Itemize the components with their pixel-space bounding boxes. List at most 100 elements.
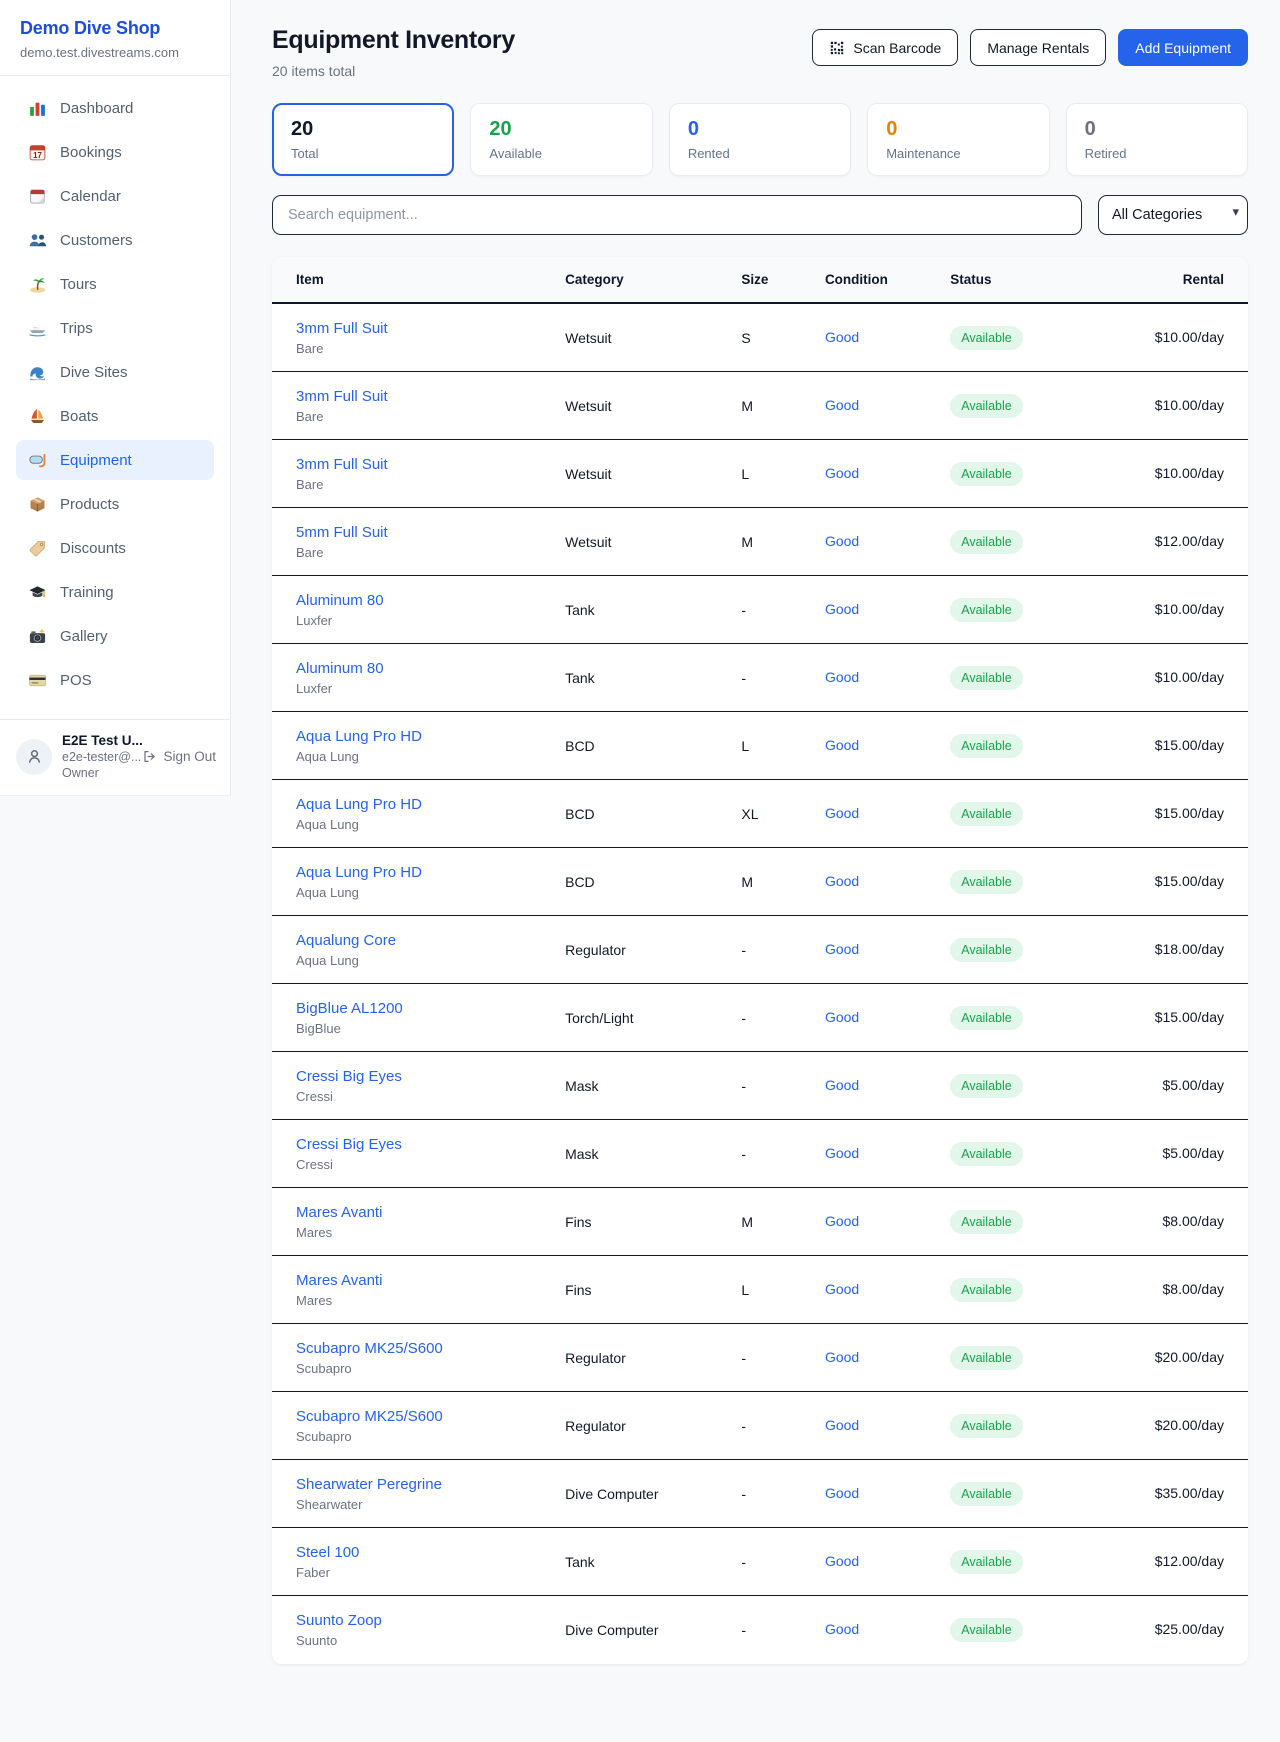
rental-price: $5.00/day (1163, 1077, 1225, 1093)
item-brand: Aqua Lung (296, 885, 565, 900)
condition-link[interactable]: Good (825, 533, 859, 549)
status-badge: Available (950, 394, 1023, 418)
sidebar-item-calendar[interactable]: Calendar (16, 176, 214, 216)
category-filter-select[interactable]: All Categories (1098, 195, 1248, 235)
stat-value: 0 (688, 118, 832, 141)
item-category: Regulator (565, 1418, 741, 1434)
rental-price: $15.00/day (1155, 805, 1224, 821)
item-name-link[interactable]: Scubapro MK25/S600 (296, 1340, 565, 1357)
condition-link[interactable]: Good (825, 397, 859, 413)
table-row: Mares Avanti Mares Fins L Good Available… (272, 1256, 1248, 1324)
item-name-link[interactable]: Aqualung Core (296, 932, 565, 949)
sign-out-button[interactable]: Sign Out (142, 749, 216, 764)
stat-card-maintenance[interactable]: 0 Maintenance (867, 103, 1049, 176)
item-brand: Faber (296, 1565, 565, 1580)
item-name-link[interactable]: Cressi Big Eyes (296, 1136, 565, 1153)
item-name-link[interactable]: Mares Avanti (296, 1204, 565, 1221)
wave-icon (28, 363, 47, 382)
stat-card-retired[interactable]: 0 Retired (1066, 103, 1248, 176)
manage-rentals-button[interactable]: Manage Rentals (970, 29, 1106, 66)
add-equipment-button[interactable]: Add Equipment (1118, 29, 1248, 66)
sidebar-item-training[interactable]: Training (16, 572, 214, 612)
item-category: Wetsuit (565, 534, 741, 550)
user-email: e2e-tester@... (62, 750, 132, 764)
sidebar-item-label: Gallery (60, 628, 108, 645)
item-name-link[interactable]: Suunto Zoop (296, 1612, 565, 1629)
table-row: Suunto Zoop Suunto Dive Computer - Good … (272, 1596, 1248, 1664)
condition-link[interactable]: Good (825, 941, 859, 957)
speedboat-icon (28, 319, 47, 338)
item-name-link[interactable]: Shearwater Peregrine (296, 1476, 565, 1493)
sidebar-item-boats[interactable]: Boats (16, 396, 214, 436)
condition-link[interactable]: Good (825, 805, 859, 821)
item-name-link[interactable]: Aqua Lung Pro HD (296, 864, 565, 881)
sidebar: Demo Dive Shop demo.test.divestreams.com… (0, 0, 231, 796)
bar-chart-icon (28, 99, 47, 118)
stat-card-total[interactable]: 20 Total (272, 103, 454, 176)
sidebar-item-tours[interactable]: Tours (16, 264, 214, 304)
item-name-link[interactable]: Scubapro MK25/S600 (296, 1408, 565, 1425)
sidebar-item-discounts[interactable]: Discounts (16, 528, 214, 568)
item-name-link[interactable]: BigBlue AL1200 (296, 1000, 565, 1017)
condition-link[interactable]: Good (825, 329, 859, 345)
item-name-link[interactable]: 3mm Full Suit (296, 388, 565, 405)
filter-row: All Categories ▾ (272, 195, 1248, 235)
condition-link[interactable]: Good (825, 601, 859, 617)
item-name-link[interactable]: Mares Avanti (296, 1272, 565, 1289)
sidebar-item-trips[interactable]: Trips (16, 308, 214, 348)
condition-link[interactable]: Good (825, 465, 859, 481)
status-badge: Available (950, 1142, 1023, 1166)
camera-flash-icon (28, 627, 47, 646)
status-badge: Available (950, 530, 1023, 554)
condition-link[interactable]: Good (825, 1009, 859, 1025)
item-name-link[interactable]: Aqua Lung Pro HD (296, 796, 565, 813)
item-category: BCD (565, 738, 741, 754)
column-header-condition: Condition (825, 272, 950, 287)
item-size: XL (741, 806, 825, 822)
sidebar-item-label: Bookings (60, 144, 122, 161)
condition-link[interactable]: Good (825, 1213, 859, 1229)
sidebar-item-dashboard[interactable]: Dashboard (16, 88, 214, 128)
status-badge: Available (950, 1074, 1023, 1098)
sidebar-item-customers[interactable]: Customers (16, 220, 214, 260)
sidebar-item-dive-sites[interactable]: Dive Sites (16, 352, 214, 392)
stat-card-rented[interactable]: 0 Rented (669, 103, 851, 176)
scan-barcode-button[interactable]: Scan Barcode (812, 29, 958, 66)
item-category: Mask (565, 1078, 741, 1094)
item-name-link[interactable]: Aluminum 80 (296, 660, 565, 677)
item-size: - (741, 1622, 825, 1638)
item-name-link[interactable]: Aluminum 80 (296, 592, 565, 609)
item-name-link[interactable]: Aqua Lung Pro HD (296, 728, 565, 745)
condition-link[interactable]: Good (825, 873, 859, 889)
condition-link[interactable]: Good (825, 1553, 859, 1569)
sidebar-item-equipment[interactable]: Equipment (16, 440, 214, 480)
table-row: Cressi Big Eyes Cressi Mask - Good Avail… (272, 1052, 1248, 1120)
item-name-link[interactable]: Steel 100 (296, 1544, 565, 1561)
condition-link[interactable]: Good (825, 737, 859, 753)
rental-price: $12.00/day (1155, 533, 1224, 549)
sidebar-item-label: Boats (60, 408, 98, 425)
condition-link[interactable]: Good (825, 1281, 859, 1297)
item-size: - (741, 1010, 825, 1026)
sidebar-item-products[interactable]: Products (16, 484, 214, 524)
category-filter-wrap: All Categories ▾ (1098, 195, 1248, 235)
stat-card-available[interactable]: 20 Available (470, 103, 652, 176)
condition-link[interactable]: Good (825, 1349, 859, 1365)
item-name-link[interactable]: 5mm Full Suit (296, 524, 565, 541)
item-name-link[interactable]: Cressi Big Eyes (296, 1068, 565, 1085)
sidebar-item-pos[interactable]: POS (16, 660, 214, 700)
sidebar-item-bookings[interactable]: 17 Bookings (16, 132, 214, 172)
condition-link[interactable]: Good (825, 1417, 859, 1433)
item-brand: Scubapro (296, 1361, 565, 1376)
item-brand: Luxfer (296, 681, 565, 696)
condition-link[interactable]: Good (825, 1077, 859, 1093)
condition-link[interactable]: Good (825, 669, 859, 685)
condition-link[interactable]: Good (825, 1145, 859, 1161)
item-brand: Cressi (296, 1157, 565, 1172)
search-input[interactable] (272, 195, 1082, 235)
condition-link[interactable]: Good (825, 1621, 859, 1637)
condition-link[interactable]: Good (825, 1485, 859, 1501)
item-name-link[interactable]: 3mm Full Suit (296, 456, 565, 473)
item-name-link[interactable]: 3mm Full Suit (296, 320, 565, 337)
sidebar-item-gallery[interactable]: Gallery (16, 616, 214, 656)
